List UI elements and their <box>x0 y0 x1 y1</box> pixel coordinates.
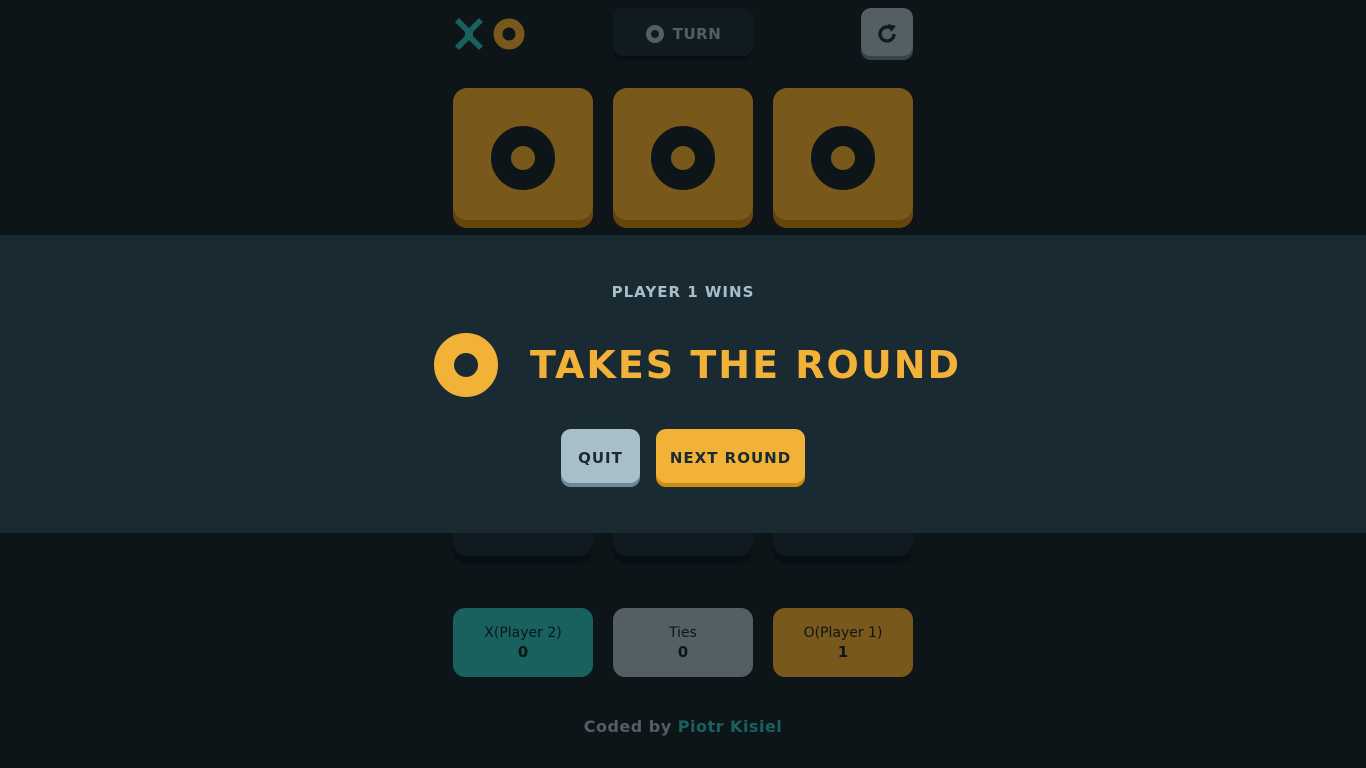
round-result-text: PLAYER 1 WINS <box>611 283 755 301</box>
o-mark-icon <box>434 333 498 397</box>
game-screen: TURN <box>0 0 1366 768</box>
quit-button[interactable]: QUIT <box>561 429 640 487</box>
round-headline: TAKES THE ROUND <box>434 333 961 397</box>
next-round-button[interactable]: NEXT ROUND <box>656 429 805 487</box>
headline-text: TAKES THE ROUND <box>530 343 962 387</box>
